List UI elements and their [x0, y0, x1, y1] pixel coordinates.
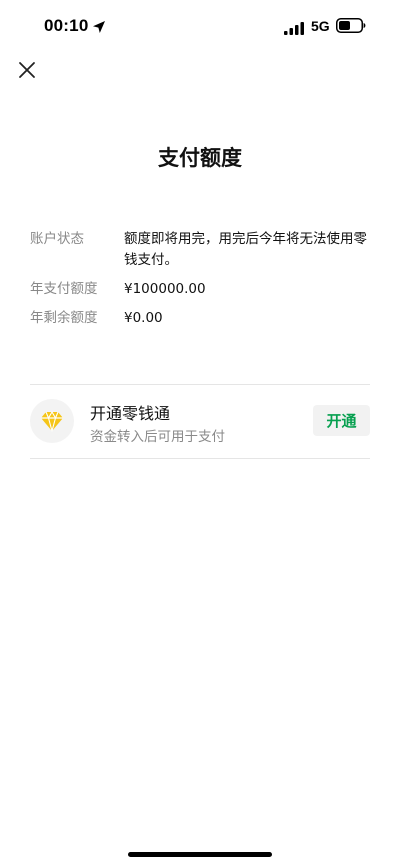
divider-bottom [30, 458, 370, 459]
battery-icon [336, 18, 366, 33]
network-type-label: 5G [311, 18, 330, 34]
page-title: 支付额度 [158, 146, 242, 170]
status-bar: 00:10 5G [0, 0, 400, 54]
open-lingqiantong-button[interactable]: 开通 [313, 405, 370, 436]
home-indicator[interactable] [128, 852, 272, 857]
close-icon [14, 57, 40, 83]
lingqiantong-row: 开通零钱通 资金转入后可用于支付 开通 [30, 385, 370, 457]
status-time: 00:10 [44, 16, 89, 35]
lingqiantong-icon-circle [30, 399, 74, 443]
lingqiantong-subtitle: 资金转入后可用于支付 [90, 429, 225, 445]
diamond-icon [39, 408, 65, 434]
annual-limit-label: 年支付额度 [30, 281, 98, 297]
account-status-row: 账户状态 额度即将用完，用完后今年将无法使用零钱支付。 [30, 229, 370, 271]
annual-limit-row: 年支付额度 ¥100000.00 [30, 279, 370, 300]
account-status-value: 额度即将用完，用完后今年将无法使用零钱支付。 [124, 231, 367, 268]
cellular-signal-icon [284, 20, 304, 35]
lingqiantong-title: 开通零钱通 [90, 404, 171, 423]
close-button[interactable] [14, 57, 40, 83]
account-status-label: 账户状态 [30, 231, 84, 247]
remaining-limit-label: 年剩余额度 [30, 310, 98, 326]
remaining-limit-value: ¥0.00 [124, 310, 163, 326]
remaining-limit-row: 年剩余额度 ¥0.00 [30, 308, 370, 329]
account-info: 账户状态 额度即将用完，用完后今年将无法使用零钱支付。 年支付额度 ¥10000… [30, 229, 370, 329]
annual-limit-value: ¥100000.00 [124, 281, 206, 297]
location-arrow-icon [92, 19, 106, 33]
